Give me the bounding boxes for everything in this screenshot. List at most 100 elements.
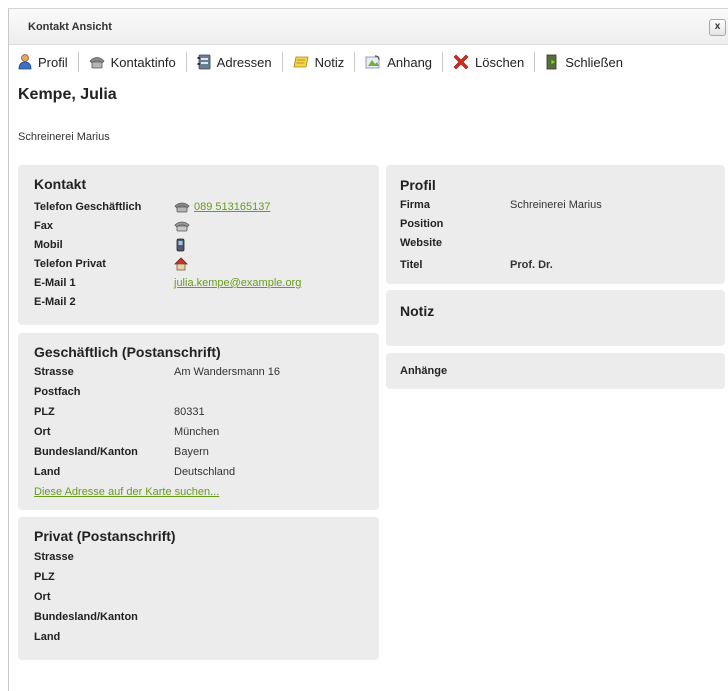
private-bundesland-row: Bundesland/Kanton [34,609,174,625]
toolbar-divider [281,52,283,72]
home-icon [174,257,188,271]
telefon-privat-label: Telefon Privat [34,258,106,270]
toolbar-anhang-button[interactable]: Anhang [365,55,432,70]
toolbar-schliessen-button[interactable]: Schließen [545,54,623,70]
toolbar-divider [354,52,356,72]
business-bundesland-label: Bundesland/Kanton [34,446,138,458]
exit-door-icon [546,54,557,70]
website-row: Website [400,235,510,251]
toolbar-divider [185,52,187,72]
firma-value: Schreinerei Marius [510,199,602,211]
position-row: Position [400,216,510,232]
profil-panel: Profil Firma Schreinerei Marius Position… [386,165,725,284]
business-address-panel: Geschäftlich (Postanschrift) Strasse Am … [18,333,379,510]
fax-label: Fax [34,220,53,232]
business-plz-value: 80331 [174,406,205,418]
firma-label: Firma [400,199,430,211]
business-ort-value: München [174,426,220,438]
business-strasse-label: Strasse [34,366,74,378]
telefon-privat-row: Telefon Privat [34,256,192,272]
email2-label: E-Mail 2 [34,296,76,308]
toolbar-adressen-label: Adressen [216,54,272,70]
address-book-icon [197,54,211,70]
firma-row: Firma Schreinerei Marius [400,197,602,213]
toolbar-divider [77,52,79,72]
toolbar-anhang-label: Anhang [387,54,433,70]
mobil-label: Mobil [34,239,63,251]
telefon-geschaeftlich-label: Telefon Geschäftlich [34,201,142,213]
map-link-row: Diese Adresse auf der Karte suchen... [34,484,219,500]
toolbar-schliessen-label: Schließen [565,54,624,70]
toolbar-profil-label: Profil [38,54,68,70]
business-land-value: Deutschland [174,466,236,478]
private-ort-label: Ort [34,591,51,603]
titel-row: Titel Prof. Dr. [400,257,553,273]
business-plz-row: PLZ 80331 [34,404,205,420]
email1-row: E-Mail 1 julia.kempe@example.org [34,275,301,291]
attachment-icon [365,55,380,69]
private-land-label: Land [34,631,61,643]
profil-panel-title: Profil [400,177,436,193]
note-icon [293,56,309,68]
notiz-panel: Notiz [386,290,725,346]
toolbar-loeschen-label: Löschen [475,54,525,70]
contact-name-heading: Kempe, Julia [18,86,117,103]
window-title: Kontakt Ansicht [28,21,112,33]
company-name: Schreinerei Marius [18,131,110,143]
toolbar-kontaktinfo-button[interactable]: Kontaktinfo [89,55,176,70]
toolbar-divider [442,52,444,72]
private-strasse-label: Strasse [34,551,74,563]
email2-row: E-Mail 2 [34,294,174,310]
business-postfach-row: Postfach [34,384,174,400]
telefon-geschaeftlich-row: Telefon Geschäftlich 089 513165137 [34,199,270,215]
business-bundesland-value: Bayern [174,446,209,458]
private-address-panel: Privat (Postanschrift) Strasse PLZ Ort B… [18,517,379,660]
title-bar: Kontakt Ansicht x [9,9,728,45]
business-strasse-value: Am Wandersmann 16 [174,366,280,378]
business-address-title: Geschäftlich (Postanschrift) [34,344,221,360]
anhaenge-panel-title: Anhänge [400,365,448,377]
titel-label: Titel [400,259,423,271]
map-search-link[interactable]: Diese Adresse auf der Karte suchen... [34,486,219,498]
phone-icon [174,202,190,213]
user-icon [18,54,32,70]
delete-icon [453,54,469,70]
business-ort-label: Ort [34,426,51,438]
business-postfach-label: Postfach [34,386,81,398]
toolbar: Profil Kontaktinfo Adressen Notiz Anhang… [18,51,623,73]
close-button[interactable]: x [709,19,726,36]
email1-link[interactable]: julia.kempe@example.org [174,277,301,289]
private-ort-row: Ort [34,589,174,605]
fax-row: Fax [34,218,194,234]
private-land-row: Land [34,629,174,645]
toolbar-notiz-label: Notiz [314,54,345,70]
email1-label: E-Mail 1 [34,277,76,289]
business-land-row: Land Deutschland [34,464,235,480]
notiz-panel-title: Notiz [400,303,435,319]
toolbar-profil-button[interactable]: Profil [18,54,68,70]
website-label: Website [400,237,442,249]
private-plz-row: PLZ [34,569,174,585]
mobile-phone-icon [176,238,185,252]
private-address-title: Privat (Postanschrift) [34,528,176,544]
toolbar-adressen-button[interactable]: Adressen [197,54,272,70]
toolbar-kontaktinfo-label: Kontaktinfo [110,54,176,70]
toolbar-loeschen-button[interactable]: Löschen [453,54,524,70]
business-ort-row: Ort München [34,424,219,440]
toolbar-notiz-button[interactable]: Notiz [293,54,345,70]
phone-icon [89,57,105,69]
business-land-label: Land [34,466,61,478]
private-plz-label: PLZ [34,571,55,583]
toolbar-divider [534,52,536,72]
position-label: Position [400,218,444,230]
business-plz-label: PLZ [34,406,55,418]
private-strasse-row: Strasse [34,549,174,565]
business-bundesland-row: Bundesland/Kanton Bayern [34,444,209,460]
telefon-geschaeftlich-link[interactable]: 089 513165137 [194,201,270,213]
fax-icon [174,221,190,232]
business-strasse-row: Strasse Am Wandersmann 16 [34,364,280,380]
titel-value: Prof. Dr. [510,259,553,271]
anhaenge-panel: Anhänge [386,353,725,389]
kontakt-panel: Kontakt Telefon Geschäftlich 089 5131651… [18,165,379,325]
mobil-row: Mobil [34,237,190,253]
